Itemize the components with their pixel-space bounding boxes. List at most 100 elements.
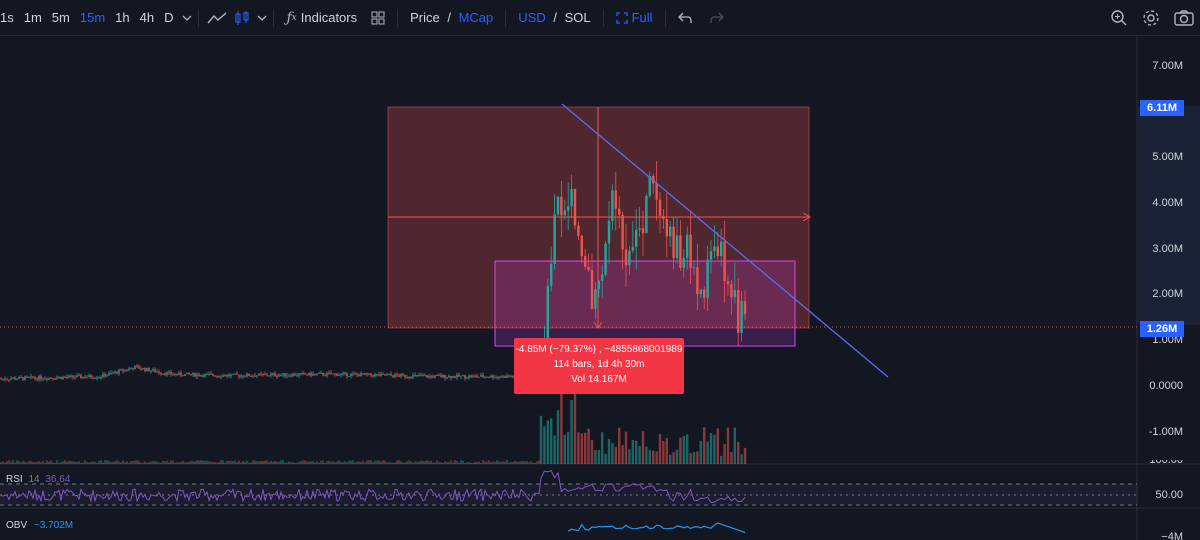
candle-body (584, 256, 587, 267)
candle-body (168, 372, 170, 374)
volume-bar (416, 461, 418, 464)
candle-body (104, 374, 106, 377)
separator (273, 8, 275, 27)
layout-grid-icon[interactable] (371, 11, 385, 25)
volume-bar (26, 462, 28, 464)
timeframe-d[interactable]: D (159, 10, 178, 25)
volume-bar (448, 461, 450, 464)
volume-bar (178, 462, 180, 464)
candle-body (573, 188, 577, 226)
candle-body (316, 373, 318, 375)
gear-icon[interactable] (1142, 9, 1160, 27)
chart-canvas[interactable] (0, 36, 1200, 540)
volume-bar (614, 446, 617, 464)
candle-body (40, 376, 42, 380)
candle-body (334, 373, 336, 375)
candle-body (76, 375, 78, 378)
volume-bar (368, 460, 370, 464)
volume-bar (274, 460, 276, 464)
timeframe-1s[interactable]: 1s (0, 10, 19, 25)
candle-body (382, 373, 384, 375)
candle-body (394, 374, 396, 377)
volume-bar (240, 462, 242, 464)
volume-bar (556, 410, 560, 464)
candle-body (114, 371, 116, 373)
indicators-label: Indicators (300, 10, 358, 25)
volume-bar (412, 462, 414, 464)
volume-bar (618, 427, 621, 464)
candle-body (362, 373, 364, 375)
volume-bar (488, 460, 490, 464)
candle-body (110, 372, 112, 374)
camera-icon[interactable] (1174, 10, 1194, 26)
currency-toggle[interactable]: USD / SOL (512, 10, 596, 25)
candle-body (332, 373, 334, 375)
volume-bar (648, 450, 651, 464)
candle-body (442, 375, 444, 378)
price-mcap-toggle[interactable]: Price / MCap (404, 10, 499, 25)
candle-body (726, 281, 730, 285)
volume-bar (679, 437, 682, 464)
indicators-button[interactable]: ƒx Indicators (280, 10, 363, 26)
volume-bar (553, 435, 556, 464)
volume-bar (686, 434, 689, 464)
obv-axis-label: −4M (1161, 531, 1183, 540)
candle-body (246, 373, 248, 377)
volume-bar (184, 462, 186, 464)
volume-bar (192, 461, 194, 464)
measure-box[interactable] (494, 260, 796, 347)
candles-icon[interactable] (233, 10, 251, 26)
volume-bar (106, 460, 108, 464)
volume-bar (306, 461, 308, 464)
volume-bar (230, 460, 232, 464)
quick-search-icon[interactable] (1110, 9, 1128, 27)
price-axis-label: 0.0000 (1149, 380, 1183, 392)
volume-bar (480, 462, 482, 464)
candle-body (182, 375, 184, 377)
volume-bar (74, 461, 76, 464)
candle-body (62, 376, 64, 379)
timeframe-4h[interactable]: 4h (135, 10, 159, 25)
volume-bar (260, 460, 262, 464)
candle-body (272, 373, 274, 375)
candle-body (50, 377, 52, 379)
volume-bar (356, 461, 358, 464)
timeframe-1m[interactable]: 1m (19, 10, 47, 25)
line-chart-icon[interactable] (207, 11, 227, 25)
separator (505, 8, 507, 27)
volume-bar (232, 461, 234, 464)
candle-body (232, 373, 234, 375)
rsi-value: 36.64 (45, 474, 71, 485)
volume-bar (672, 452, 675, 464)
timeframe-5m[interactable]: 5m (47, 10, 75, 25)
rsi-legend[interactable]: RSI 14 36.64 (6, 474, 70, 485)
candle-body (254, 375, 256, 377)
candle-body (384, 374, 386, 376)
candle-body (176, 373, 178, 375)
candle-body (120, 369, 122, 371)
candle-body (402, 374, 404, 376)
candle-body (655, 183, 658, 200)
volume-bar (28, 460, 30, 464)
volume-bar (2, 461, 4, 464)
volume-bar (160, 462, 162, 464)
redo-icon[interactable] (709, 12, 724, 24)
volume-bar (332, 461, 334, 464)
volume-bar (236, 462, 238, 464)
obv-legend[interactable]: OBV −3.702M (6, 520, 73, 531)
chevron-down-icon[interactable] (182, 14, 192, 22)
timeframe-1h[interactable]: 1h (110, 10, 134, 25)
volume-bar (638, 445, 641, 464)
volume-bar (577, 432, 580, 464)
undo-icon[interactable] (677, 12, 692, 24)
timeframe-15m[interactable]: 15m (75, 10, 110, 25)
volume-bar (312, 461, 314, 464)
fullscreen-button[interactable]: Full (610, 10, 659, 25)
candle-body (502, 375, 504, 377)
candle-body (296, 375, 298, 377)
chevron-down-icon[interactable] (257, 14, 267, 22)
volume-bar (490, 462, 492, 464)
volume-bar (234, 460, 236, 464)
candle-body (689, 234, 692, 269)
volume-bar (186, 462, 188, 464)
